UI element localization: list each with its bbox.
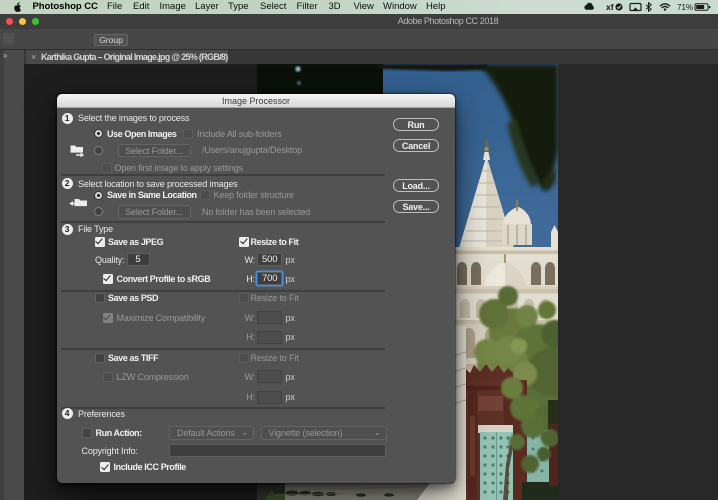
svg-text:71%: 71%	[677, 3, 693, 12]
svg-text:xf: xf	[606, 2, 614, 12]
